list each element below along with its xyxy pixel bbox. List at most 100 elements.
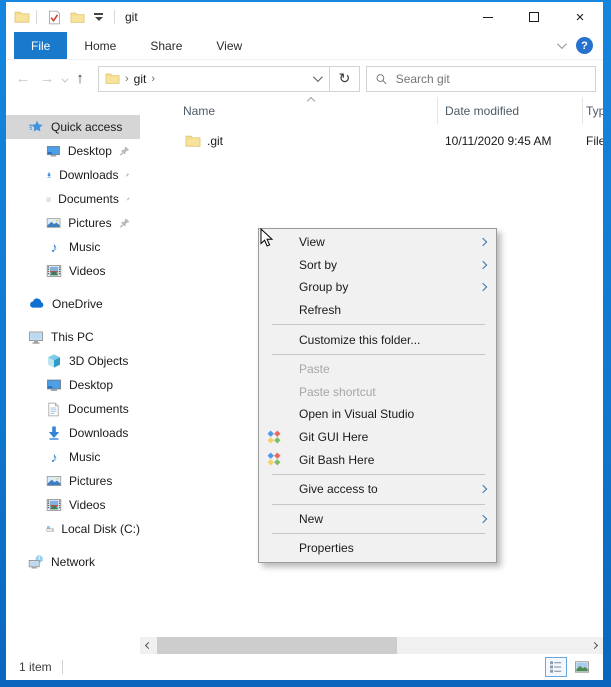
sidebar-item-desktop-pc[interactable]: Desktop	[6, 373, 140, 397]
sidebar-item-network[interactable]: Network	[6, 550, 140, 574]
menu-item-customize-this-folder[interactable]: Customize this folder...	[259, 328, 496, 351]
sidebar-item-3d-objects[interactable]: 3D Objects	[6, 349, 140, 373]
maximize-button[interactable]	[511, 2, 557, 32]
close-button[interactable]: ×	[557, 2, 603, 32]
menu-item-git-gui-here[interactable]: Git GUI Here	[259, 426, 496, 449]
sidebar-item-music-pc[interactable]: ♪ Music	[6, 445, 140, 469]
mouse-cursor	[260, 228, 274, 247]
search-input[interactable]	[395, 71, 595, 86]
menu-separator	[272, 503, 485, 505]
downloads-icon	[46, 167, 52, 183]
scroll-left-button[interactable]	[140, 637, 157, 654]
new-folder-qat-button[interactable]	[70, 10, 85, 25]
tab-share[interactable]: Share	[133, 32, 199, 59]
git-logo-icon	[266, 429, 282, 445]
address-bar[interactable]: › git ›	[98, 65, 330, 92]
tab-file[interactable]: File	[14, 32, 68, 59]
details-view-button[interactable]	[545, 657, 567, 677]
refresh-button[interactable]: ↻	[330, 65, 360, 92]
menu-separator	[272, 533, 485, 535]
sidebar-item-videos[interactable]: Videos	[6, 259, 140, 283]
menu-item-give-access-to[interactable]: Give access to	[259, 478, 496, 501]
sidebar-item-downloads-pc[interactable]: Downloads	[6, 421, 140, 445]
3d-objects-cube-icon	[46, 353, 62, 369]
address-dropdown-button[interactable]	[303, 67, 329, 91]
breadcrumb: › git ›	[99, 71, 303, 86]
file-row-git[interactable]: .git 10/11/2020 9:45 AM File folder	[140, 129, 603, 153]
expand-ribbon-chevron-icon[interactable]	[556, 39, 567, 50]
sidebar-item-documents-pc[interactable]: Documents	[6, 397, 140, 421]
breadcrumb-item-git[interactable]: git	[134, 72, 147, 86]
view-toggles	[545, 657, 593, 677]
pin-icon	[125, 169, 130, 181]
tab-view[interactable]: View	[199, 32, 259, 59]
minimize-icon	[483, 16, 493, 18]
submenu-chevron-icon	[478, 283, 488, 292]
column-header-name[interactable]: Name	[140, 97, 438, 124]
search-icon	[375, 72, 388, 86]
minimize-button[interactable]	[465, 2, 511, 32]
music-note-icon: ♪	[50, 239, 58, 255]
details-view-icon	[548, 659, 564, 675]
sidebar-item-onedrive[interactable]: OneDrive	[6, 292, 140, 316]
menu-item-open-in-visual-studio[interactable]: Open in Visual Studio	[259, 403, 496, 426]
customize-quick-access-button[interactable]	[94, 13, 103, 21]
tab-home[interactable]: Home	[67, 32, 133, 59]
scrollbar-thumb[interactable]	[157, 637, 397, 654]
submenu-chevron-icon	[478, 514, 488, 524]
properties-qat-button[interactable]	[47, 10, 62, 25]
context-menu: View Sort by Group by Refresh Customize …	[258, 228, 497, 563]
qat-dropdown-arrow-icon	[94, 17, 103, 21]
file-name-cell: .git	[140, 133, 438, 149]
network-icon	[28, 554, 44, 570]
title-bar: git ×	[6, 2, 603, 32]
submenu-chevron-icon	[478, 238, 488, 247]
scroll-right-button[interactable]	[586, 637, 603, 654]
search-box[interactable]	[366, 65, 596, 92]
navigation-toolbar: ← → ↑ › git › ↻	[6, 60, 603, 97]
local-disk-icon	[46, 521, 54, 537]
help-button[interactable]: ?	[576, 37, 593, 54]
back-button[interactable]: ←	[11, 70, 35, 87]
sidebar-item-local-disk-c[interactable]: Local Disk (C:)	[6, 517, 140, 541]
thumbnails-view-button[interactable]	[571, 657, 593, 677]
sidebar-item-this-pc[interactable]: This PC	[6, 325, 140, 349]
forward-button[interactable]: →	[35, 70, 59, 87]
git-logo-icon	[266, 451, 282, 467]
sidebar-item-desktop[interactable]: Desktop	[6, 139, 140, 163]
videos-icon	[46, 263, 62, 279]
sidebar-item-downloads[interactable]: Downloads	[6, 163, 140, 187]
item-count: 1 item	[19, 660, 52, 674]
folder-icon	[185, 133, 201, 149]
column-header-type[interactable]: Type	[583, 97, 603, 124]
column-header-date-modified[interactable]: Date modified	[438, 97, 583, 124]
this-pc-icon	[28, 329, 44, 345]
ribbon-tab-bar: File Home Share View ?	[6, 32, 603, 60]
pin-icon	[126, 193, 130, 205]
menu-item-new[interactable]: New	[259, 508, 496, 531]
new-folder-icon	[70, 10, 85, 25]
documents-icon	[46, 192, 51, 207]
menu-item-properties[interactable]: Properties	[259, 537, 496, 560]
recent-locations-chevron-icon[interactable]	[61, 72, 69, 86]
status-bar: 1 item	[6, 654, 603, 680]
menu-item-group-by[interactable]: Group by	[259, 276, 496, 299]
sidebar-item-music[interactable]: ♪ Music	[6, 235, 140, 259]
sidebar-item-quick-access[interactable]: Quick access	[6, 115, 140, 139]
thumbnails-view-icon	[574, 659, 590, 675]
sidebar-item-videos-pc[interactable]: Videos	[6, 493, 140, 517]
menu-separator	[272, 353, 485, 355]
pin-icon	[119, 145, 130, 157]
desktop-background: { "titlebar": { "title": "git" }, "ribbo…	[0, 0, 611, 687]
onedrive-cloud-icon	[28, 296, 45, 312]
menu-separator	[272, 324, 485, 326]
menu-item-refresh[interactable]: Refresh	[259, 299, 496, 322]
sidebar-item-pictures-pc[interactable]: Pictures	[6, 469, 140, 493]
sidebar-item-documents[interactable]: Documents	[6, 187, 140, 211]
menu-item-view[interactable]: View	[259, 231, 496, 254]
menu-item-git-bash-here[interactable]: Git Bash Here	[259, 448, 496, 471]
horizontal-scrollbar[interactable]	[140, 637, 603, 654]
menu-item-sort-by[interactable]: Sort by	[259, 254, 496, 277]
up-button[interactable]: ↑	[68, 70, 92, 87]
sidebar-item-pictures[interactable]: Pictures	[6, 211, 140, 235]
